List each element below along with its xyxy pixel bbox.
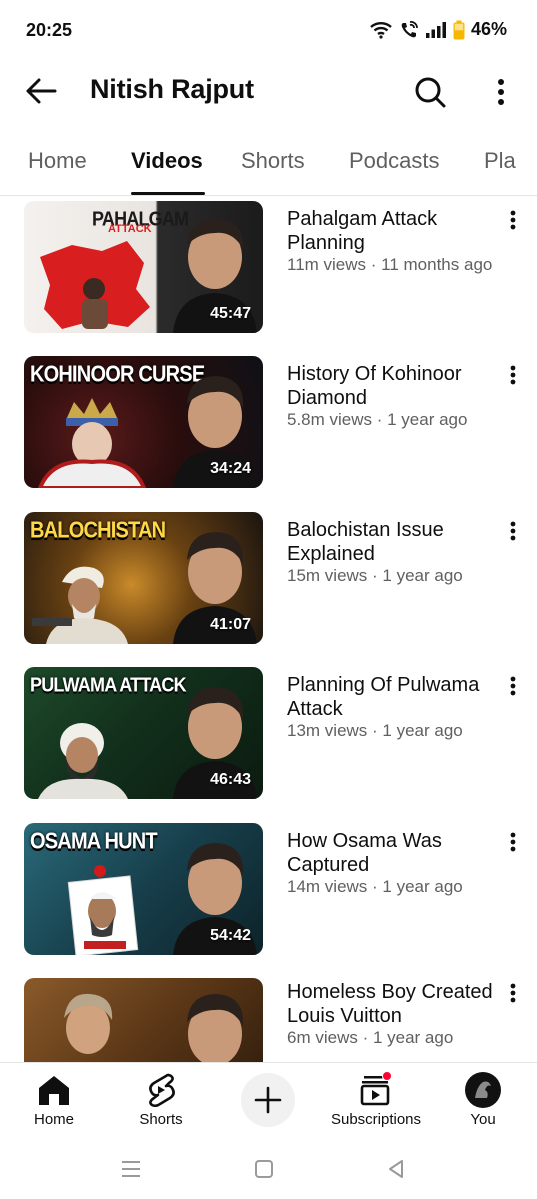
home-system-button[interactable] (249, 1154, 279, 1184)
status-bar: 20:25 46% (0, 0, 537, 60)
nav-home-label: Home (33, 1111, 74, 1128)
video-meta: 15m views · 1 year ago (287, 566, 463, 585)
video-thumbnail[interactable]: OSAMA HUNT 54:42 (24, 823, 263, 955)
video-meta: 6m views · 1 year ago (287, 1028, 454, 1047)
tab-home[interactable]: Home (28, 148, 87, 174)
thumbnail-headline: PULWAMA ATTACK (30, 673, 187, 696)
more-vertical-icon (510, 832, 516, 852)
shorts-icon (149, 1073, 175, 1107)
video-item[interactable]: PULWAMA ATTACK 46:43 Planning Of Pulwama… (0, 667, 537, 807)
arrow-left-icon (26, 78, 57, 104)
video-duration: 46:43 (210, 771, 251, 788)
video-item[interactable]: KOHINOOR CURSE 34:24 History Of Kohinoor… (0, 356, 537, 496)
video-thumbnail[interactable]: KOHINOOR CURSE 34:24 (24, 356, 263, 488)
nav-home[interactable]: Home (4, 1071, 104, 1137)
video-meta: 11m views · 11 months ago (287, 255, 493, 274)
home-square-icon (255, 1160, 273, 1178)
back-button[interactable] (22, 72, 60, 110)
video-title[interactable]: Homeless Boy Created Louis Vuitton (287, 980, 507, 1028)
back-triangle-icon (389, 1160, 403, 1178)
battery-percent: 46% (470, 19, 507, 39)
video-item[interactable]: Homeless Boy Created Louis Vuitton 6m vi… (0, 978, 537, 1062)
battery-icon (453, 20, 465, 40)
channel-tabs: Home Videos Shorts Podcasts Pla (0, 128, 537, 196)
video-title[interactable]: History Of Kohinoor Diamond (287, 362, 502, 410)
channel-header: Nitish Rajput (0, 60, 537, 122)
more-vertical-icon (510, 983, 516, 1003)
video-duration: 34:24 (210, 460, 251, 477)
tab-playlists[interactable]: Pla (484, 148, 516, 174)
nav-you[interactable]: You (433, 1071, 533, 1137)
signal-icon (425, 21, 447, 39)
more-vertical-icon (510, 676, 516, 696)
video-duration: 45:47 (210, 305, 251, 322)
menu-icon (122, 1161, 140, 1177)
active-tab-indicator (131, 192, 205, 195)
plus-icon (254, 1086, 282, 1114)
wanted-poster (67, 865, 139, 955)
nav-subscriptions-label: Subscriptions (330, 1111, 422, 1128)
avatar (465, 1072, 501, 1108)
more-options-button[interactable] (484, 72, 518, 112)
thumbnail-subheadline: ATTACK (108, 223, 152, 235)
bottom-navigation: Home Shorts Subscriptions You (0, 1062, 537, 1140)
video-thumbnail[interactable]: PAHALGAM ATTACK 45:47 (24, 201, 263, 333)
status-icons: 46% (369, 19, 507, 40)
channel-title: Nitish Rajput (90, 74, 254, 104)
wifi-icon (369, 21, 393, 39)
video-thumbnail[interactable] (24, 978, 263, 1062)
video-title[interactable]: Planning Of Pulwama Attack (287, 673, 502, 721)
fighter-figure (32, 566, 128, 644)
video-thumbnail[interactable]: BALOCHISTAN 41:07 (24, 512, 263, 644)
thumbnail-headline: BALOCHISTAN (30, 518, 166, 544)
nav-you-label: You (470, 1111, 496, 1128)
video-more-button[interactable] (500, 827, 526, 857)
video-more-button[interactable] (500, 516, 526, 546)
video-duration: 41:07 (210, 616, 251, 633)
video-list[interactable]: PAHALGAM ATTACK 45:47 Pahalgam Attack Pl… (0, 197, 537, 1062)
nav-shorts[interactable]: Shorts (111, 1071, 211, 1137)
wifi-call-icon (399, 20, 419, 40)
recents-button[interactable] (116, 1154, 146, 1184)
video-item[interactable]: OSAMA HUNT 54:42 How Osama Was Captured … (0, 823, 537, 963)
video-thumbnail[interactable]: PULWAMA ATTACK 46:43 (24, 667, 263, 799)
tab-shorts[interactable]: Shorts (241, 148, 305, 174)
video-duration: 54:42 (210, 927, 251, 944)
video-title[interactable]: How Osama Was Captured (287, 829, 502, 877)
more-vertical-icon (510, 210, 516, 230)
status-time: 20:25 (26, 20, 73, 40)
queen-figure (37, 398, 147, 488)
video-more-button[interactable] (500, 360, 526, 390)
boy-figure (64, 993, 113, 1054)
video-meta: 5.8m views · 1 year ago (287, 410, 468, 429)
nav-subscriptions[interactable]: Subscriptions (326, 1071, 426, 1137)
video-meta: 13m views · 1 year ago (287, 721, 463, 740)
presenter-image (187, 994, 244, 1062)
tab-podcasts[interactable]: Podcasts (349, 148, 440, 174)
video-more-button[interactable] (500, 671, 526, 701)
nav-shorts-label: Shorts (139, 1111, 183, 1128)
notification-dot (382, 1071, 392, 1081)
more-vertical-icon (510, 365, 516, 385)
search-icon (415, 77, 446, 108)
back-system-button[interactable] (381, 1154, 411, 1184)
video-title[interactable]: Pahalgam Attack Planning (287, 207, 502, 255)
video-more-button[interactable] (500, 205, 526, 235)
video-meta: 14m views · 1 year ago (287, 877, 463, 896)
militant-figure (38, 723, 128, 799)
create-button[interactable] (241, 1073, 295, 1127)
search-button[interactable] (410, 72, 450, 112)
map-graphic (40, 241, 150, 329)
video-more-button[interactable] (500, 978, 526, 1008)
thumbnail-headline: OSAMA HUNT (30, 829, 158, 855)
more-vertical-icon (498, 79, 504, 105)
home-icon (39, 1076, 69, 1105)
tab-videos[interactable]: Videos (131, 148, 203, 174)
more-vertical-icon (510, 521, 516, 541)
video-item[interactable]: PAHALGAM ATTACK 45:47 Pahalgam Attack Pl… (0, 201, 537, 341)
system-navigation (0, 1140, 537, 1199)
video-item[interactable]: BALOCHISTAN 41:07 Balochistan Issue Expl… (0, 512, 537, 652)
video-title[interactable]: Balochistan Issue Explained (287, 518, 502, 566)
